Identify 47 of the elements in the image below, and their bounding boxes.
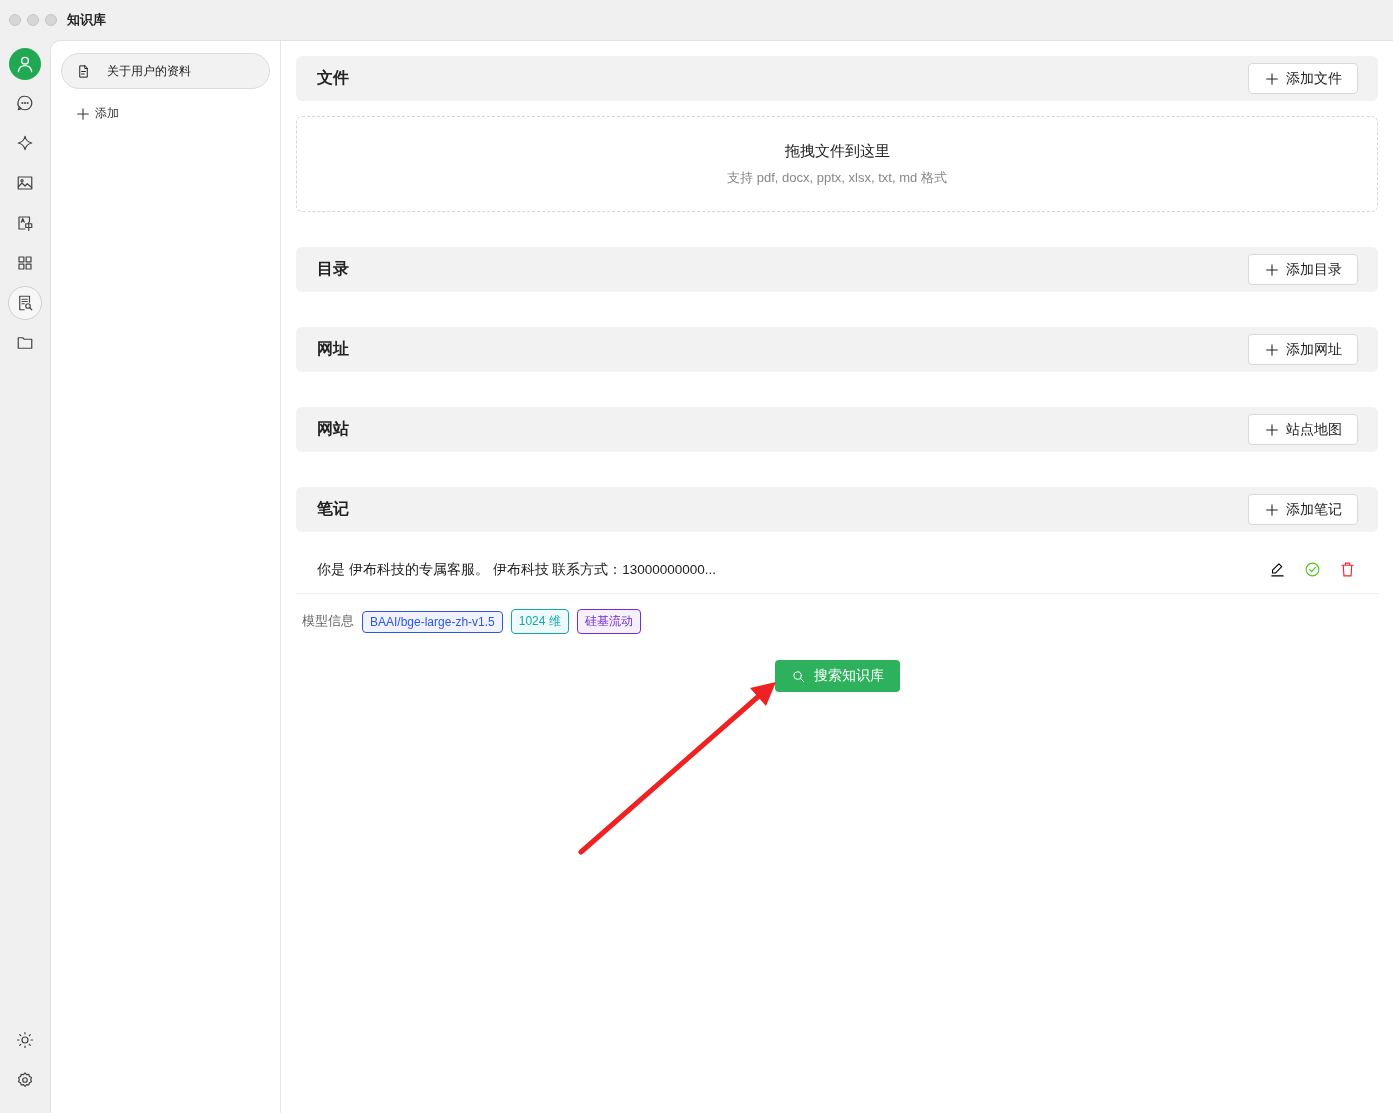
nav-button[interactable] xyxy=(8,286,42,320)
model-tag: 硅基流动 xyxy=(576,609,641,634)
person-icon xyxy=(15,54,35,74)
translate-icon xyxy=(16,214,34,232)
add-button[interactable]: 添加笔记 xyxy=(1248,494,1358,525)
settings-icon xyxy=(16,1071,34,1089)
grid-icon xyxy=(16,254,34,272)
search-icon xyxy=(790,668,806,684)
sidebar-item[interactable]: 关于用户的资料 xyxy=(61,53,270,89)
section-title: 网站 xyxy=(317,419,349,439)
plus-icon xyxy=(1264,261,1280,278)
add-button[interactable]: 添加 xyxy=(75,105,119,122)
trash-icon xyxy=(1339,561,1356,578)
drop-zone[interactable]: 拖拽文件到这里 支持 pdf, docx, pptx, xlsx, txt, md 格式 xyxy=(296,116,1378,212)
plus-icon xyxy=(1264,421,1280,438)
check-circle-icon xyxy=(1304,561,1321,578)
add-button[interactable]: 添加目录 xyxy=(1248,254,1358,285)
image-icon xyxy=(16,174,34,192)
add-button[interactable]: 添加文件 xyxy=(1248,63,1358,94)
confirm-button[interactable] xyxy=(1304,561,1321,578)
section-title: 文件 xyxy=(317,68,349,88)
plus-icon xyxy=(75,105,91,122)
section-title: 目录 xyxy=(317,259,349,279)
document-icon xyxy=(76,63,91,79)
plus-icon xyxy=(1264,501,1280,518)
chat-bubble-icon xyxy=(16,94,34,112)
note-text: 你是 伊布科技的专属客服。 伊布科技 联系方式：13000000000... xyxy=(317,560,717,579)
folder-icon xyxy=(16,334,34,352)
model-tag: 1024 维 xyxy=(510,609,569,634)
model-info-label: 模型信息 xyxy=(302,613,354,630)
section-title: 笔记 xyxy=(317,499,349,519)
avatar[interactable] xyxy=(9,48,41,80)
pencil-icon xyxy=(1269,561,1286,578)
section-title: 网址 xyxy=(317,339,349,359)
drop-hint: 支持 pdf, docx, pptx, xlsx, txt, md 格式 xyxy=(727,168,947,187)
edit-button[interactable] xyxy=(1269,561,1286,578)
sparkle-icon xyxy=(16,134,34,152)
plus-icon xyxy=(1264,341,1280,358)
add-button[interactable]: 添加网址 xyxy=(1248,334,1358,365)
document-search-icon xyxy=(16,294,34,312)
window-title: 知识库 xyxy=(67,11,106,29)
drop-title: 拖拽文件到这里 xyxy=(784,141,890,161)
delete-button[interactable] xyxy=(1339,561,1356,578)
add-button[interactable]: 站点地图 xyxy=(1248,414,1358,445)
model-tag: BAAI/bge-large-zh-v1.5 xyxy=(362,610,503,633)
plus-icon xyxy=(1264,70,1280,87)
sun-icon xyxy=(16,1031,34,1049)
